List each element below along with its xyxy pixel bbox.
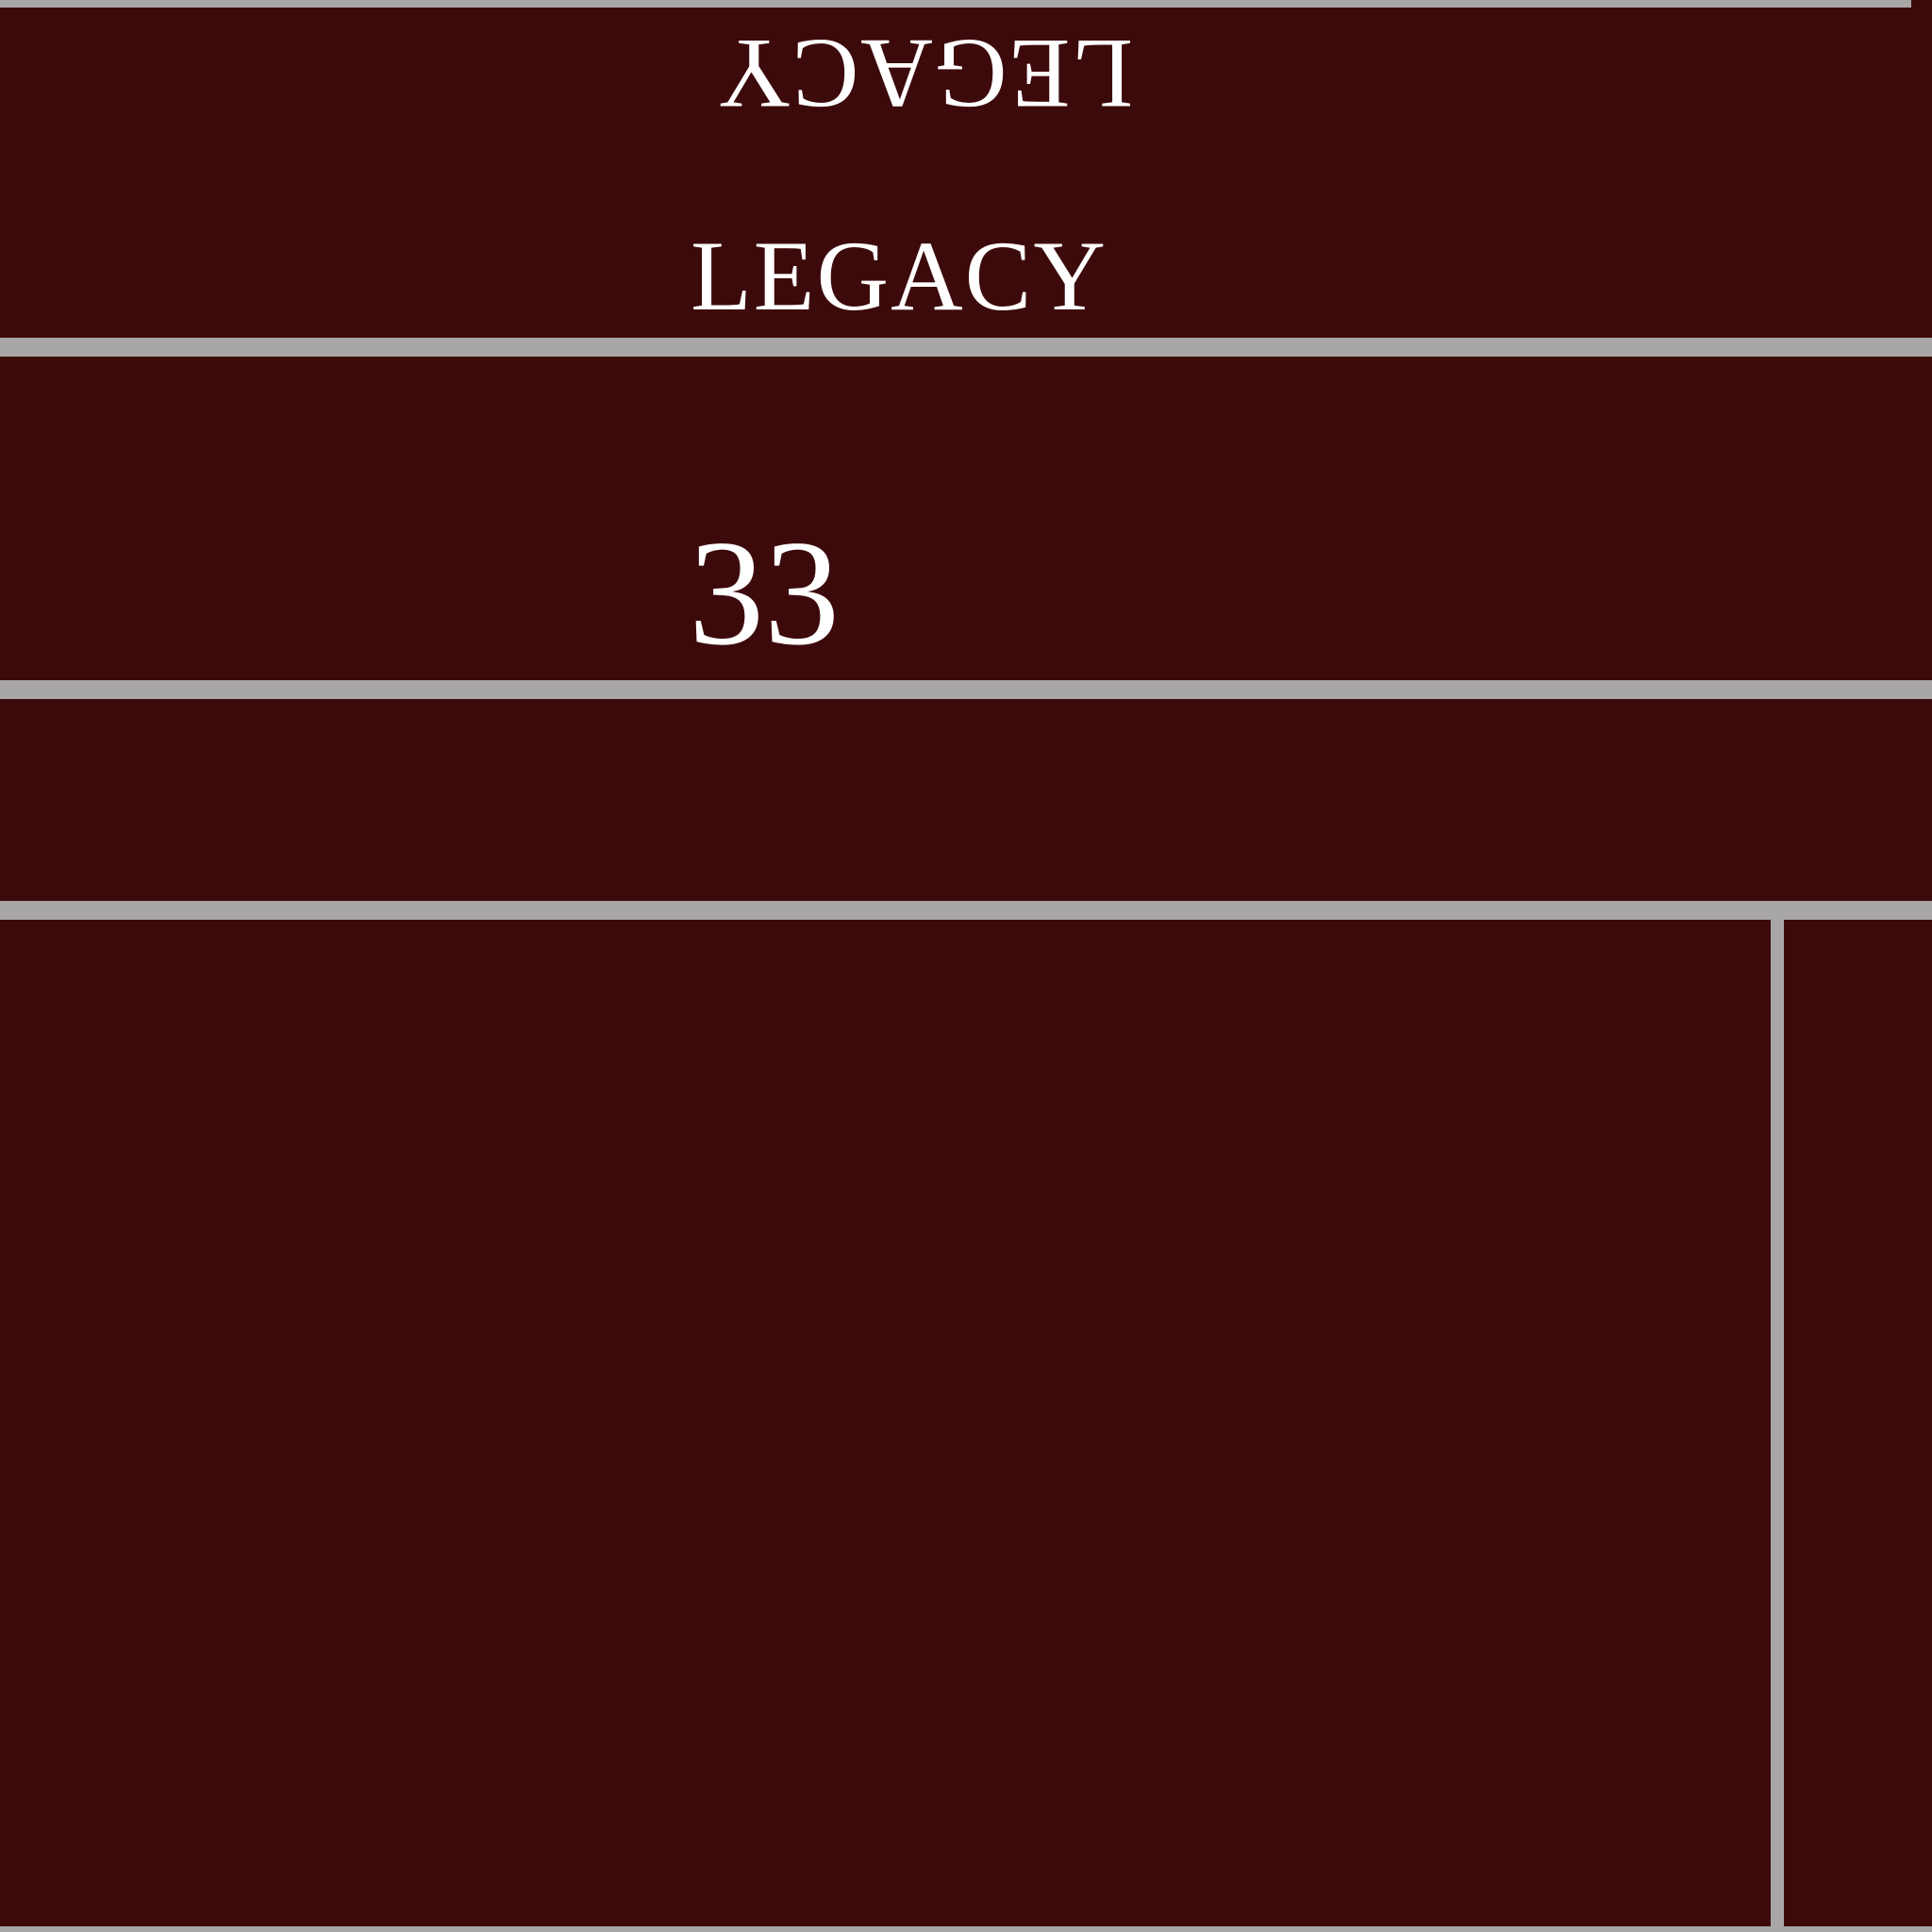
side-panel[interactable]	[1784, 920, 1932, 1926]
title-flipped-label: LEGACY	[716, 19, 1133, 129]
title-label: LEGACY	[691, 221, 1108, 331]
legacy-board: LEGACY LEGACY 33	[0, 0, 1932, 1932]
counter-panel[interactable]	[0, 357, 1932, 680]
main-panel[interactable]	[0, 920, 1771, 1926]
empty-panel[interactable]	[0, 699, 1932, 901]
counter-value[interactable]: 33	[689, 517, 840, 668]
title-panel-edge	[1911, 0, 1932, 338]
